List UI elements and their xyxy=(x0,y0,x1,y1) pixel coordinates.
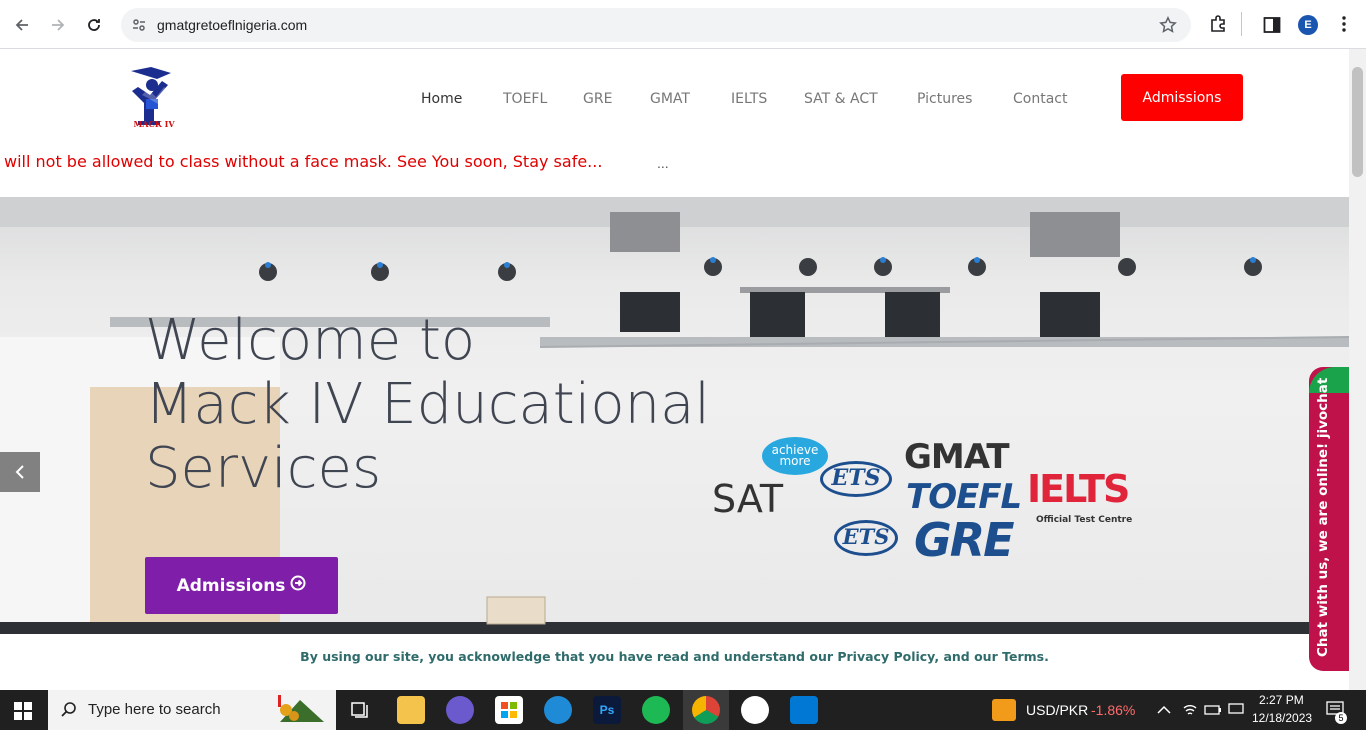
scrollbar-thumb[interactable] xyxy=(1352,67,1363,177)
taskbar-search[interactable]: Type here to search xyxy=(48,690,336,730)
toefl-logo: TOEFL xyxy=(906,477,1022,517)
announcement-ticker: will not be allowed to class without a f… xyxy=(4,152,603,171)
browser-menu-icon[interactable] xyxy=(1337,15,1351,38)
webpage: MACK IV Home TOEFL GRE GMAT IELTS SAT & … xyxy=(0,49,1349,690)
toolbar-divider xyxy=(1241,12,1242,36)
ets-logo-top: ETS xyxy=(820,461,892,497)
chevron-left-icon xyxy=(15,465,24,479)
nav-contact[interactable]: Contact xyxy=(1013,91,1067,107)
nav-toefl[interactable]: TOEFL xyxy=(503,91,547,107)
jivochat-widget[interactable]: Chat with us, we are online! jivochat xyxy=(1309,367,1349,671)
nav-ielts[interactable]: IELTS xyxy=(731,91,767,107)
battery-icon[interactable] xyxy=(1204,703,1222,722)
reload-icon[interactable] xyxy=(81,12,107,38)
hero-title: Welcome to Mack IV Educational Services xyxy=(145,309,710,501)
task-view-icon[interactable] xyxy=(350,701,370,724)
address-bar[interactable]: gmatgretoeflnigeria.com xyxy=(121,8,1191,42)
ielts-sub: Official Test Centre xyxy=(1036,515,1133,525)
ielts-logo: IELTS xyxy=(1027,467,1130,511)
achieve-more-logo: achieve more xyxy=(762,437,828,475)
clock-time[interactable]: 2:27 PM xyxy=(1259,693,1304,707)
side-panel-icon[interactable] xyxy=(1263,16,1281,39)
hero-admissions-label: Admissions xyxy=(176,575,286,596)
hero-title-line-1: Welcome to xyxy=(145,308,476,373)
nav-sat-act[interactable]: SAT & ACT xyxy=(804,91,878,107)
nav-gmat[interactable]: GMAT xyxy=(650,91,690,107)
spotify-icon[interactable] xyxy=(642,696,670,724)
extensions-icon[interactable] xyxy=(1209,15,1227,38)
notification-count: 5 xyxy=(1335,712,1347,724)
cookie-notice: By using our site, you acknowledge that … xyxy=(0,634,1349,690)
gre-logo: GRE xyxy=(914,513,1015,567)
forward-icon[interactable] xyxy=(45,12,71,38)
profile-avatar[interactable]: E xyxy=(1298,15,1318,35)
windows-taskbar: Type here to search Ps USD/PKR -1.86% 2:… xyxy=(0,690,1366,730)
sat-logo: SAT xyxy=(712,477,784,521)
wifi-icon[interactable] xyxy=(1182,702,1198,723)
browser-toolbar: gmatgretoeflnigeria.com E xyxy=(0,0,1366,49)
currency-pair[interactable]: USD/PKR xyxy=(1026,702,1088,718)
photoshop-icon[interactable]: Ps xyxy=(593,696,621,724)
holiday-decoration-icon xyxy=(270,692,334,728)
chrome-profile-icon[interactable] xyxy=(741,696,769,724)
tray-chevron-up-icon[interactable] xyxy=(1157,703,1171,721)
arrow-circle-icon xyxy=(290,575,306,596)
windows-start-icon[interactable] xyxy=(14,702,32,725)
hero-title-line-3: Services xyxy=(145,436,382,501)
site-info-icon[interactable] xyxy=(131,17,147,38)
hero-admissions-button[interactable]: Admissions xyxy=(145,557,338,614)
display-icon[interactable] xyxy=(1228,703,1244,722)
nav-home[interactable]: Home xyxy=(421,91,462,107)
vscode-icon[interactable] xyxy=(790,696,818,724)
ets-logo-bottom: ETS xyxy=(834,520,898,556)
microsoft-store-icon[interactable] xyxy=(495,696,523,724)
nav-gre[interactable]: GRE xyxy=(583,91,612,107)
search-icon xyxy=(60,701,78,723)
logo-text: MACK IV xyxy=(133,119,175,129)
currency-change: -1.86% xyxy=(1091,702,1136,718)
copilot-icon[interactable] xyxy=(446,696,474,724)
ticker-ellipsis: ... xyxy=(657,155,669,171)
admissions-top-button[interactable]: Admissions xyxy=(1121,74,1243,121)
currency-widget-icon[interactable] xyxy=(992,699,1016,721)
file-explorer-icon[interactable] xyxy=(397,696,425,724)
site-logo[interactable]: MACK IV xyxy=(128,65,178,131)
edge-icon[interactable] xyxy=(544,696,572,724)
bookmark-star-icon[interactable] xyxy=(1159,16,1177,39)
slider-prev-button[interactable] xyxy=(0,452,40,492)
back-icon[interactable] xyxy=(9,12,35,38)
nav-pictures[interactable]: Pictures xyxy=(917,91,972,107)
url-text: gmatgretoeflnigeria.com xyxy=(157,17,308,33)
search-placeholder: Type here to search xyxy=(88,701,221,718)
chat-label: Chat with us, we are online! jivochat xyxy=(1315,377,1331,657)
chrome-icon[interactable] xyxy=(692,696,720,724)
clock-date[interactable]: 12/18/2023 xyxy=(1252,711,1312,725)
page-scrollbar[interactable] xyxy=(1349,49,1366,690)
hero-slider: Welcome to Mack IV Educational Services … xyxy=(0,197,1349,634)
gmat-logo: GMAT xyxy=(904,437,1010,477)
hero-title-line-2: Mack IV Educational xyxy=(145,372,710,437)
